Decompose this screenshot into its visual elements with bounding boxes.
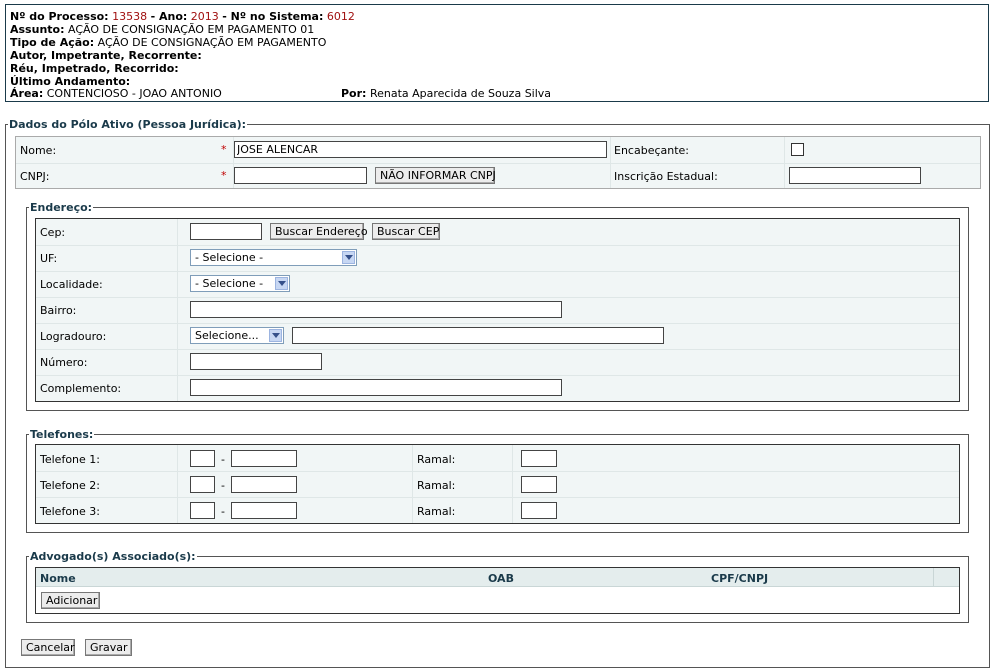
column-header-oab: OAB: [488, 572, 514, 585]
assunto-line: Assunto: AÇÃO DE CONSIGNAÇÃO EM PAGAMENT…: [10, 23, 314, 36]
por-value: Renata Aparecida de Souza Silva: [369, 87, 552, 100]
separator: -: [221, 505, 225, 518]
inscricao-input[interactable]: [789, 167, 921, 184]
ramal-2-input[interactable]: [521, 476, 557, 493]
area-label: Área:: [10, 87, 44, 100]
gravar-button[interactable]: Gravar: [85, 639, 132, 656]
logradouro-selected: Selecione...: [195, 329, 259, 342]
telefone-1-number-input[interactable]: [231, 450, 297, 467]
telefone-2-ddd-input[interactable]: [190, 476, 215, 493]
complemento-input[interactable]: [190, 379, 562, 396]
table-row: [36, 349, 959, 376]
por-line: Por: Renata Aparecida de Souza Silva: [341, 87, 551, 100]
column-divider: [784, 137, 785, 188]
table-row: [36, 219, 959, 246]
process-header: Nº do Processo: 13538 - Ano: 2013 - Nº n…: [5, 4, 989, 102]
polo-ativo-legend: Dados do Pólo Ativo (Pessoa Jurídica):: [9, 118, 247, 131]
processo-label: Nº do Processo:: [10, 10, 109, 23]
bairro-label: Bairro:: [40, 304, 77, 317]
column-header-nome: Nome: [40, 572, 76, 585]
localidade-select[interactable]: - Selecione -: [190, 275, 290, 292]
column-divider: [177, 445, 178, 523]
tipo-value: AÇÃO DE CONSIGNAÇÃO EM PAGAMENTO: [97, 36, 327, 49]
nome-label: Nome:: [20, 144, 57, 157]
ramal-2-label: Ramal:: [417, 479, 456, 492]
column-header-cpf-cnpj: CPF/CNPJ: [711, 572, 769, 585]
separator: -: [221, 479, 225, 492]
area-line: Área: CONTENCIOSO - JOAO ANTONIO: [10, 87, 222, 100]
telefones-legend: Telefones:: [30, 428, 94, 441]
numero-label: Número:: [40, 356, 88, 369]
sistema-label: - Nº no Sistema:: [222, 10, 324, 23]
required-mark: *: [221, 169, 227, 182]
advogados-legend: Advogado(s) Associado(s):: [30, 550, 196, 563]
adicionar-button[interactable]: Adicionar: [41, 592, 100, 609]
column-divider: [177, 219, 178, 401]
localidade-selected: - Selecione -: [195, 277, 264, 290]
column-divider: [512, 445, 513, 523]
table-row: [36, 271, 959, 298]
encabecante-checkbox[interactable]: [791, 143, 804, 156]
chevron-down-icon: [269, 329, 282, 342]
assunto-value: AÇÃO DE CONSIGNAÇÃO EM PAGAMENTO 01: [67, 23, 315, 36]
nao-informar-cnpj-button[interactable]: NÃO INFORMAR CNPJ: [375, 167, 496, 184]
autor-label: Autor, Impetrante, Recorrente:: [10, 49, 202, 62]
uf-selected: - Selecione -: [195, 251, 264, 264]
telefone-3-ddd-input[interactable]: [190, 502, 215, 519]
cep-input[interactable]: [190, 223, 262, 240]
encabecante-label: Encabeçante:: [614, 144, 690, 157]
column-divider: [610, 137, 611, 188]
uf-select[interactable]: - Selecione -: [190, 249, 357, 266]
ano-label: - Ano:: [150, 10, 188, 23]
cnpj-label: CNPJ:: [20, 170, 50, 183]
telefone-1-ddd-input[interactable]: [190, 450, 215, 467]
assunto-label: Assunto:: [10, 23, 65, 36]
bairro-input[interactable]: [190, 301, 562, 318]
ano-value: 2013: [190, 10, 219, 23]
numero-input[interactable]: [190, 353, 322, 370]
telefone-2-label: Telefone 2:: [40, 479, 100, 492]
buscar-cep-button[interactable]: Buscar CEP: [372, 223, 440, 240]
telefone-3-label: Telefone 3:: [40, 505, 100, 518]
ramal-3-label: Ramal:: [417, 505, 456, 518]
telefones-table: [35, 444, 960, 524]
endereco-legend: Endereço:: [30, 201, 93, 214]
cep-label: Cep:: [40, 226, 66, 239]
sistema-value: 6012: [326, 10, 355, 23]
telefone-3-number-input[interactable]: [231, 502, 297, 519]
processo-line: Nº do Processo: 13538 - Ano: 2013 - Nº n…: [10, 10, 355, 23]
cancelar-button[interactable]: Cancelar: [21, 639, 75, 656]
cnpj-input[interactable]: [234, 167, 367, 184]
reu-label: Réu, Impetrado, Recorrido:: [10, 62, 179, 75]
table-row: [36, 245, 959, 272]
logradouro-input[interactable]: [292, 327, 664, 344]
buscar-endereco-button[interactable]: Buscar Endereço: [270, 223, 368, 240]
chevron-down-icon: [342, 251, 355, 264]
area-value: CONTENCIOSO - JOAO ANTONIO: [46, 87, 222, 100]
inscricao-label: Inscrição Estadual:: [614, 170, 718, 183]
localidade-label: Localidade:: [40, 278, 103, 291]
table-row: [36, 445, 959, 472]
tipo-line: Tipo de Ação: AÇÃO DE CONSIGNAÇÃO EM PAG…: [10, 36, 326, 49]
table-row: [36, 471, 959, 498]
tipo-label: Tipo de Ação:: [10, 36, 95, 49]
chevron-down-icon: [275, 277, 288, 290]
ramal-1-label: Ramal:: [417, 453, 456, 466]
column-divider: [412, 445, 413, 523]
telefone-1-label: Telefone 1:: [40, 453, 100, 466]
column-divider: [933, 568, 934, 586]
logradouro-label: Logradouro:: [40, 330, 107, 343]
telefone-2-number-input[interactable]: [231, 476, 297, 493]
complemento-label: Complemento:: [40, 382, 122, 395]
ramal-1-input[interactable]: [521, 450, 557, 467]
nome-input[interactable]: [234, 141, 607, 158]
required-mark: *: [221, 143, 227, 156]
separator: -: [221, 453, 225, 466]
ramal-3-input[interactable]: [521, 502, 557, 519]
uf-label: UF:: [40, 252, 58, 265]
logradouro-type-select[interactable]: Selecione...: [190, 327, 284, 344]
por-label: Por:: [341, 87, 367, 100]
processo-value: 13538: [112, 10, 148, 23]
